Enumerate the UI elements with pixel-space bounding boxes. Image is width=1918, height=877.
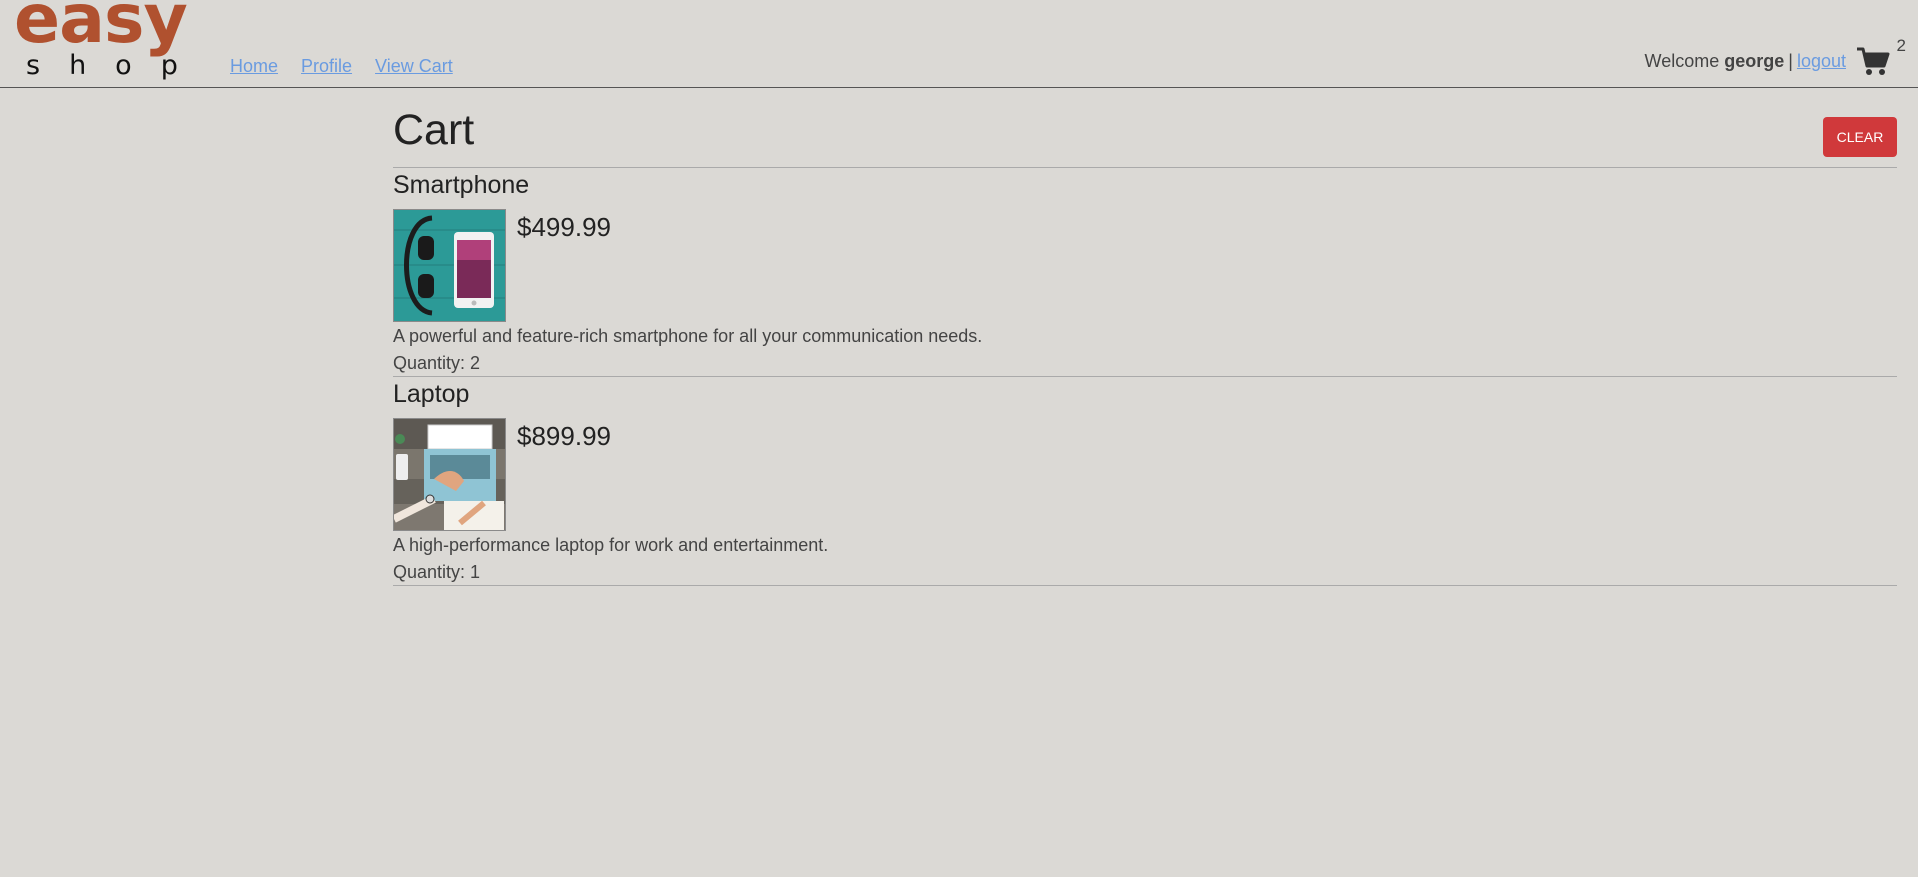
top-navbar: easy shop Home Profile View Cart Welcome…: [0, 0, 1918, 88]
logo-word-shop: shop: [26, 50, 207, 81]
nav-view-cart-link[interactable]: View Cart: [375, 56, 453, 77]
cart-item: Laptop $899.99 A high-performance laptop…: [393, 377, 1897, 586]
shopping-cart-icon[interactable]: 2: [1856, 36, 1906, 76]
product-price: $899.99: [517, 421, 611, 451]
cart-count-badge: 2: [1896, 36, 1906, 55]
welcome-text: Welcome: [1644, 50, 1720, 71]
main-nav: Home Profile View Cart: [230, 56, 453, 77]
nav-profile-link[interactable]: Profile: [301, 56, 352, 77]
product-name: Laptop: [393, 380, 470, 408]
username: george: [1724, 50, 1785, 71]
clear-cart-button[interactable]: CLEAR: [1823, 117, 1897, 157]
product-name: Smartphone: [393, 171, 530, 199]
easyshop-logo[interactable]: easy shop: [14, 0, 210, 84]
product-description: A powerful and feature-rich smartphone f…: [393, 326, 983, 346]
product-image-laptop: [393, 418, 506, 531]
nav-home-link[interactable]: Home: [230, 56, 278, 77]
page-title: Cart: [393, 106, 475, 154]
cart-page: Cart CLEAR Smartphone $499.99 A powerful…: [393, 96, 1897, 586]
product-quantity: Quantity: 2: [393, 353, 481, 373]
product-quantity: Quantity: 1: [393, 562, 481, 582]
cart-item: Smartphone $499.99 A powerful and featur…: [393, 168, 1897, 377]
separator: |: [1788, 50, 1793, 71]
product-description: A high-performance laptop for work and e…: [393, 535, 829, 555]
logo-word-easy: easy: [14, 0, 188, 59]
product-price: $499.99: [517, 212, 611, 242]
user-area: Welcome george | logout 2: [1644, 36, 1906, 76]
logout-link[interactable]: logout: [1797, 51, 1846, 72]
cart-header: Cart CLEAR: [393, 96, 1897, 168]
product-image-smartphone: [393, 209, 506, 322]
